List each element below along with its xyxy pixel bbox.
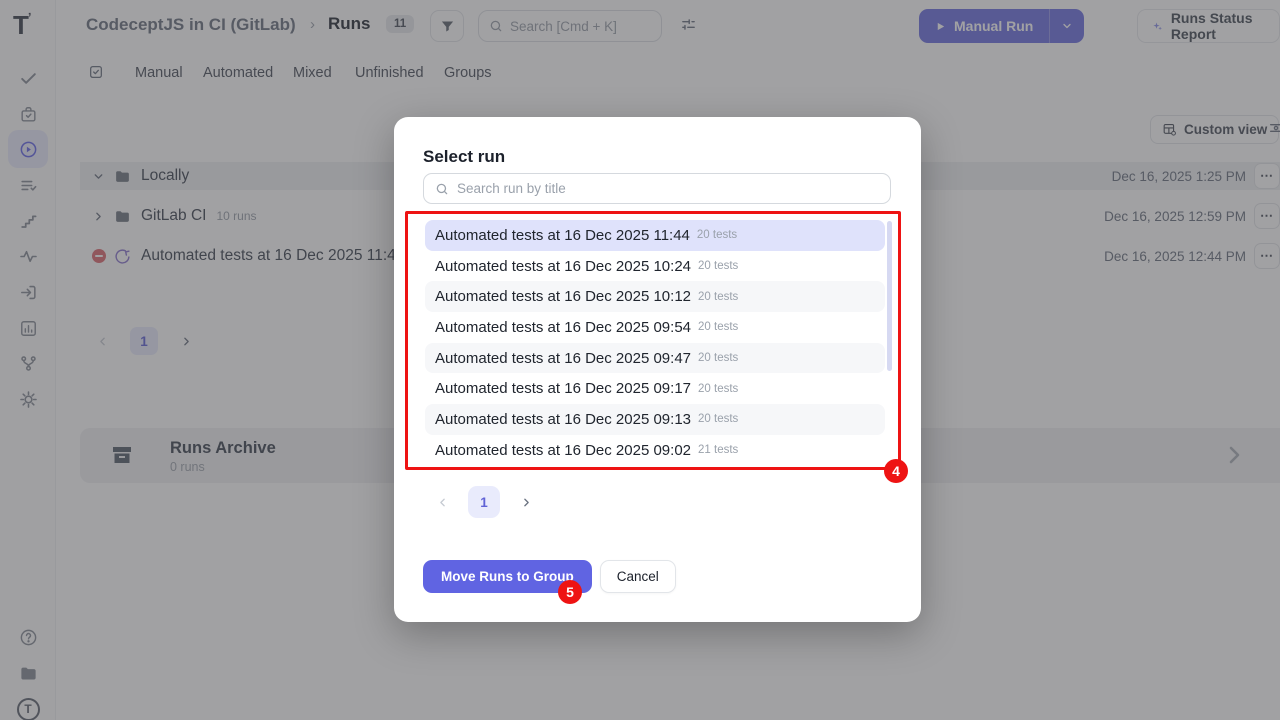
run-tests-count: 20 tests xyxy=(698,383,738,395)
run-title: Automated tests at 16 Dec 2025 09:54 xyxy=(435,319,691,336)
run-title: Automated tests at 16 Dec 2025 09:02 xyxy=(435,442,691,459)
run-list-item[interactable]: Automated tests at 16 Dec 2025 11:44 20 t… xyxy=(425,220,885,251)
modal-pagination: 1 xyxy=(428,486,540,518)
run-tests-count: 20 tests xyxy=(698,260,738,272)
run-tests-count: 20 tests xyxy=(698,291,738,303)
search-icon xyxy=(435,182,449,196)
run-list-item[interactable]: Automated tests at 16 Dec 2025 10:24 20 t… xyxy=(425,251,885,282)
cancel-button[interactable]: Cancel xyxy=(600,560,676,593)
run-title: Automated tests at 16 Dec 2025 09:13 xyxy=(435,411,691,428)
annotation-badge-5: 5 xyxy=(558,580,582,604)
run-title: Automated tests at 16 Dec 2025 10:12 xyxy=(435,288,691,305)
list-scrollbar[interactable] xyxy=(887,221,892,371)
run-title: Automated tests at 16 Dec 2025 09:17 xyxy=(435,380,691,397)
run-list-item[interactable]: Automated tests at 16 Dec 2025 10:12 20 t… xyxy=(425,281,885,312)
run-list-item[interactable]: Automated tests at 16 Dec 2025 09:13 20 t… xyxy=(425,404,885,435)
run-tests-count: 21 tests xyxy=(698,444,738,456)
run-title: Automated tests at 16 Dec 2025 10:24 xyxy=(435,258,691,275)
run-tests-count: 20 tests xyxy=(698,352,738,364)
modal-title: Select run xyxy=(423,147,505,167)
run-search-box[interactable] xyxy=(423,173,891,204)
modal-actions: Move Runs to Group Cancel xyxy=(423,560,676,593)
run-tests-count: 20 tests xyxy=(698,413,738,425)
modal-page-next-button[interactable] xyxy=(512,496,540,509)
modal-page-number[interactable]: 1 xyxy=(468,486,500,518)
run-list-item[interactable]: Automated tests at 16 Dec 2025 09:17 20 t… xyxy=(425,373,885,404)
run-search-input[interactable] xyxy=(457,181,857,196)
annotation-badge-4: 4 xyxy=(884,459,908,483)
run-list-item[interactable]: Automated tests at 16 Dec 2025 09:54 20 t… xyxy=(425,312,885,343)
run-tests-count: 20 tests xyxy=(697,229,737,241)
run-title: Automated tests at 16 Dec 2025 09:47 xyxy=(435,350,691,367)
run-list-item[interactable]: Automated tests at 16 Dec 2025 09:47 20 t… xyxy=(425,343,885,374)
run-tests-count: 20 tests xyxy=(698,321,738,333)
run-title: Automated tests at 16 Dec 2025 11:44 xyxy=(435,227,690,244)
app-window: Tʼ T CodeceptJS in CI (GitLab) › Runs 11… xyxy=(0,0,1280,720)
run-list-item[interactable]: Automated tests at 16 Dec 2025 09:02 21 t… xyxy=(425,435,885,466)
run-list: Automated tests at 16 Dec 2025 11:44 20 t… xyxy=(425,220,885,466)
select-run-modal: Select run Automated tests at 16 Dec 202… xyxy=(394,117,921,622)
modal-page-prev-button[interactable] xyxy=(428,496,456,509)
